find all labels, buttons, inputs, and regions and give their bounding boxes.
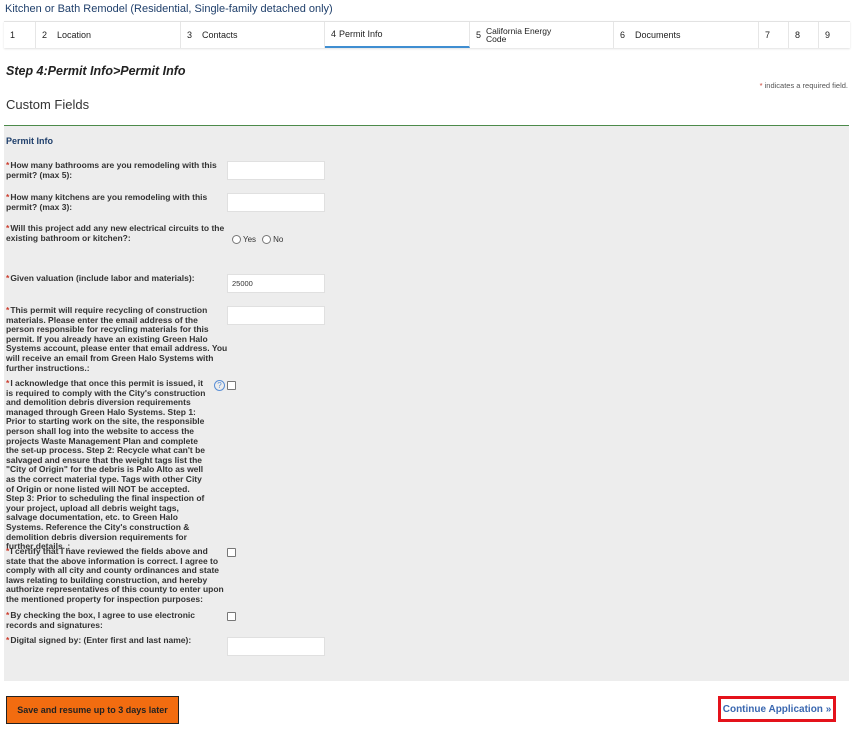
kitchens-label: *How many kitchens are you remodeling wi…: [6, 192, 228, 212]
step-number: 2: [42, 30, 48, 40]
custom-fields-title: Custom Fields: [6, 97, 90, 112]
circuits-label: *Will this project add any new electrica…: [6, 223, 228, 243]
electronic-records-label: *By checking the box, I agree to use ele…: [6, 610, 228, 630]
step-tab-permit-info[interactable]: 4 Permit Info: [325, 22, 470, 48]
kitchens-input[interactable]: [227, 193, 325, 212]
step-number: 8: [795, 30, 801, 40]
step-label: Contacts: [202, 30, 238, 40]
required-star: *: [6, 223, 10, 233]
step-number: 1: [10, 30, 16, 40]
step-label: California Energy Code: [486, 27, 551, 44]
step-number: 7: [765, 30, 771, 40]
step-number: 6: [620, 30, 626, 40]
step-tab-1[interactable]: 1: [4, 22, 36, 48]
step-label: Permit Info: [339, 29, 383, 39]
valuation-label-text: Given valuation (include labor and mater…: [10, 273, 195, 283]
page-title: Kitchen or Bath Remodel (Residential, Si…: [5, 3, 333, 15]
step-label-line2: Code: [486, 34, 507, 44]
bathrooms-label-text: How many bathrooms are you remodeling wi…: [6, 160, 217, 180]
certify-label: *I certify that I have reviewed the fiel…: [6, 546, 228, 605]
step-label: Location: [57, 30, 92, 40]
required-star: *: [6, 546, 10, 556]
signed-by-label: *Digital signed by: (Enter first and las…: [6, 635, 228, 646]
electronic-records-checkbox[interactable]: [227, 612, 236, 621]
section-title: Permit Info: [6, 136, 54, 146]
step-tab-contacts[interactable]: 3 Contacts: [181, 22, 325, 48]
circuits-no-radio[interactable]: [262, 235, 272, 244]
bathrooms-input[interactable]: [227, 161, 325, 180]
required-star: *: [6, 160, 10, 170]
recycling-email-label-text: This permit will require recycling of co…: [6, 305, 228, 373]
required-star: *: [6, 635, 10, 645]
circuits-yes-radio[interactable]: [232, 235, 241, 244]
step-number: 9: [825, 30, 831, 40]
required-field-note: * indicates a required field.: [760, 81, 848, 90]
circuits-no-label: No: [273, 235, 284, 244]
acknowledge-checkbox[interactable]: [227, 381, 236, 390]
step-number: 4: [331, 29, 337, 39]
step-tab-documents[interactable]: 6 Documents: [614, 22, 759, 48]
custom-fields-header: Custom Fields: [4, 91, 849, 126]
required-star: *: [6, 610, 10, 620]
step-tab-8[interactable]: 8: [789, 22, 819, 48]
recycling-email-input[interactable]: [227, 306, 325, 325]
signed-by-label-text: Digital signed by: (Enter first and last…: [10, 635, 192, 645]
step-tab-california-energy-code[interactable]: 5 California Energy Code: [470, 22, 614, 48]
help-icon[interactable]: ?: [214, 380, 225, 391]
recycling-email-label: *This permit will require recycling of c…: [6, 305, 228, 373]
kitchens-label-text: How many kitchens are you remodeling wit…: [6, 192, 208, 212]
certify-label-text: I certify that I have reviewed the field…: [6, 546, 224, 604]
required-star: *: [6, 273, 10, 283]
valuation-label: *Given valuation (include labor and mate…: [6, 273, 228, 284]
save-and-resume-button[interactable]: Save and resume up to 3 days later: [6, 696, 179, 724]
step-tab-7[interactable]: 7: [759, 22, 789, 48]
required-star: *: [6, 378, 10, 388]
circuits-yes-label: Yes: [243, 235, 257, 244]
step-number: 5: [476, 30, 482, 40]
electronic-records-label-text: By checking the box, I agree to use elec…: [6, 610, 196, 630]
required-star: *: [6, 305, 10, 315]
required-star: *: [6, 192, 10, 202]
acknowledge-label-text: I acknowledge that once this permit is i…: [6, 378, 206, 552]
step-tab-9[interactable]: 9: [819, 22, 850, 48]
required-note-text: indicates a required field.: [762, 81, 848, 90]
continue-application-button[interactable]: Continue Application »: [718, 696, 836, 722]
acknowledge-label: *I acknowledge that once this permit is …: [6, 378, 210, 552]
step-tab-location[interactable]: 2 Location: [36, 22, 181, 48]
bathrooms-label: *How many bathrooms are you remodeling w…: [6, 160, 228, 180]
step-number: 3: [187, 30, 193, 40]
step-heading: Step 4:Permit Info>Permit Info: [6, 64, 186, 78]
step-label: Documents: [635, 30, 681, 40]
circuits-label-text: Will this project add any new electrical…: [6, 223, 225, 243]
valuation-input[interactable]: [227, 274, 325, 293]
signed-by-input[interactable]: [227, 637, 325, 656]
permit-info-panel: Permit Info *How many bathrooms are you …: [4, 126, 849, 681]
certify-checkbox[interactable]: [227, 548, 236, 557]
circuits-radio-group: Yes No: [232, 235, 289, 244]
step-tabs: 1 2 Location 3 Contacts 4 Permit Info 5 …: [4, 21, 850, 48]
